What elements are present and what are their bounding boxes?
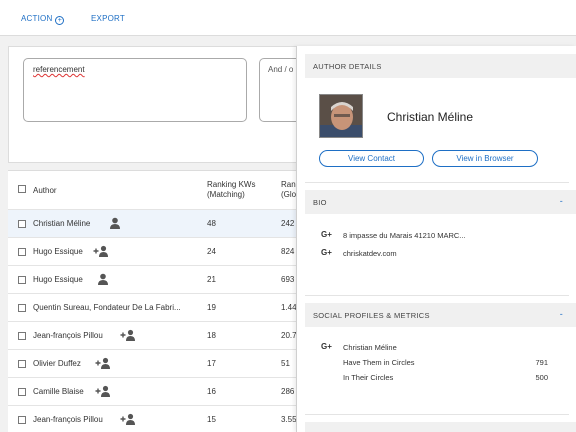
- row-checkbox[interactable]: [18, 276, 26, 284]
- action-label: ACTION: [21, 14, 53, 23]
- row-checkbox[interactable]: [18, 304, 26, 312]
- toolbar: ACTION + EXPORT: [0, 0, 576, 36]
- metric-label: In Their Circles: [343, 373, 394, 382]
- and-or-placeholder: And / o: [268, 65, 294, 74]
- author-name-cell[interactable]: Christian Méline: [33, 219, 90, 228]
- person-icon[interactable]: [97, 273, 111, 285]
- social-title: SOCIAL PROFILES & METRICS: [313, 311, 430, 320]
- view-in-browser-button[interactable]: View in Browser: [432, 150, 538, 167]
- bio-header[interactable]: BIO -: [305, 190, 576, 214]
- ranking-matching-cell: 21: [207, 275, 216, 284]
- social-header[interactable]: SOCIAL PROFILES & METRICS -: [305, 303, 576, 327]
- divider: [305, 414, 569, 415]
- table-row[interactable]: Hugo Essique 24 824: [8, 237, 298, 265]
- row-checkbox[interactable]: [18, 416, 26, 424]
- next-section-header: [305, 422, 576, 432]
- ranking-matching-cell: 15: [207, 415, 216, 424]
- social-profile-name[interactable]: Christian Méline: [343, 343, 397, 352]
- google-plus-icon: G+: [321, 342, 332, 351]
- add-person-icon[interactable]: [120, 329, 135, 341]
- author-name-cell[interactable]: Quentin Sureau, Fondateur De La Fabri...: [33, 303, 181, 312]
- person-icon[interactable]: [109, 217, 123, 229]
- divider: [305, 295, 569, 296]
- view-contact-button[interactable]: View Contact: [319, 150, 424, 167]
- author-details-title: AUTHOR DETAILS: [313, 62, 382, 71]
- collapse-bio-icon[interactable]: -: [560, 196, 563, 206]
- author-name-cell[interactable]: Jean-françois Pillou: [33, 331, 103, 340]
- table-row[interactable]: Jean-françois Pillou 15 3.55: [8, 405, 298, 432]
- bio-title: BIO: [313, 198, 327, 207]
- header-ranking-line2: (Matching): [207, 190, 245, 199]
- author-name-cell[interactable]: Hugo Essique: [33, 275, 83, 284]
- keyword-textarea[interactable]: referencement: [23, 58, 247, 122]
- ranking-matching-cell: 24: [207, 247, 216, 256]
- author-details-header: AUTHOR DETAILS: [305, 54, 576, 78]
- add-person-icon[interactable]: [95, 385, 110, 397]
- ranking-matching-cell: 48: [207, 219, 216, 228]
- bio-website[interactable]: chriskatdev.com: [343, 249, 397, 258]
- ranking-matching-cell: 18: [207, 331, 216, 340]
- row-checkbox[interactable]: [18, 248, 26, 256]
- header-ranking-global-line2: (Glo: [281, 190, 297, 199]
- add-person-icon[interactable]: [120, 413, 135, 425]
- divider: [305, 182, 569, 183]
- table-row[interactable]: Christian Méline 48 242: [8, 209, 298, 237]
- ranking-matching-cell: 16: [207, 387, 216, 396]
- author-name-cell[interactable]: Camille Blaise: [33, 387, 84, 396]
- author-name: Christian Méline: [387, 110, 474, 124]
- table-row[interactable]: Hugo Essique 21 693: [8, 265, 298, 293]
- bio-address: 8 impasse du Marais 41210 MARC...: [343, 231, 466, 240]
- row-checkbox[interactable]: [18, 360, 26, 368]
- author-name-cell[interactable]: Jean-françois Pillou: [33, 415, 103, 424]
- metric-value: 791: [535, 358, 548, 367]
- ranking-matching-cell: 19: [207, 303, 216, 312]
- collapse-social-icon[interactable]: -: [560, 309, 563, 319]
- google-plus-icon: G+: [321, 230, 332, 239]
- author-details-panel: AUTHOR DETAILS Christian Méline View Con…: [296, 46, 576, 432]
- add-circle-icon: +: [55, 16, 65, 25]
- table-row[interactable]: Jean-françois Pillou 18 20.7: [8, 321, 298, 349]
- action-menu-button[interactable]: ACTION +: [21, 14, 65, 25]
- header-ranking-line1: Ranking KWs: [207, 180, 256, 189]
- add-person-icon[interactable]: [95, 357, 110, 369]
- ranking-matching-cell: 17: [207, 359, 216, 368]
- author-avatar: [319, 94, 363, 138]
- google-plus-icon: G+: [321, 248, 332, 257]
- author-name-cell[interactable]: Olivier Duffez: [33, 359, 81, 368]
- row-checkbox[interactable]: [18, 332, 26, 340]
- row-checkbox[interactable]: [18, 220, 26, 228]
- metric-value: 500: [535, 373, 548, 382]
- author-name-cell[interactable]: Hugo Essique: [33, 247, 83, 256]
- metric-label: Have Them in Circles: [343, 358, 415, 367]
- table-row[interactable]: Olivier Duffez 17 51: [8, 349, 298, 377]
- table-row[interactable]: Quentin Sureau, Fondateur De La Fabri...…: [8, 293, 298, 321]
- export-button[interactable]: EXPORT: [91, 14, 125, 23]
- add-person-icon[interactable]: [93, 245, 108, 257]
- header-ranking-global-line1: Ran: [281, 180, 296, 189]
- table-row[interactable]: Camille Blaise 16 286: [8, 377, 298, 405]
- keyword-value: referencement: [33, 65, 85, 74]
- row-checkbox[interactable]: [18, 388, 26, 396]
